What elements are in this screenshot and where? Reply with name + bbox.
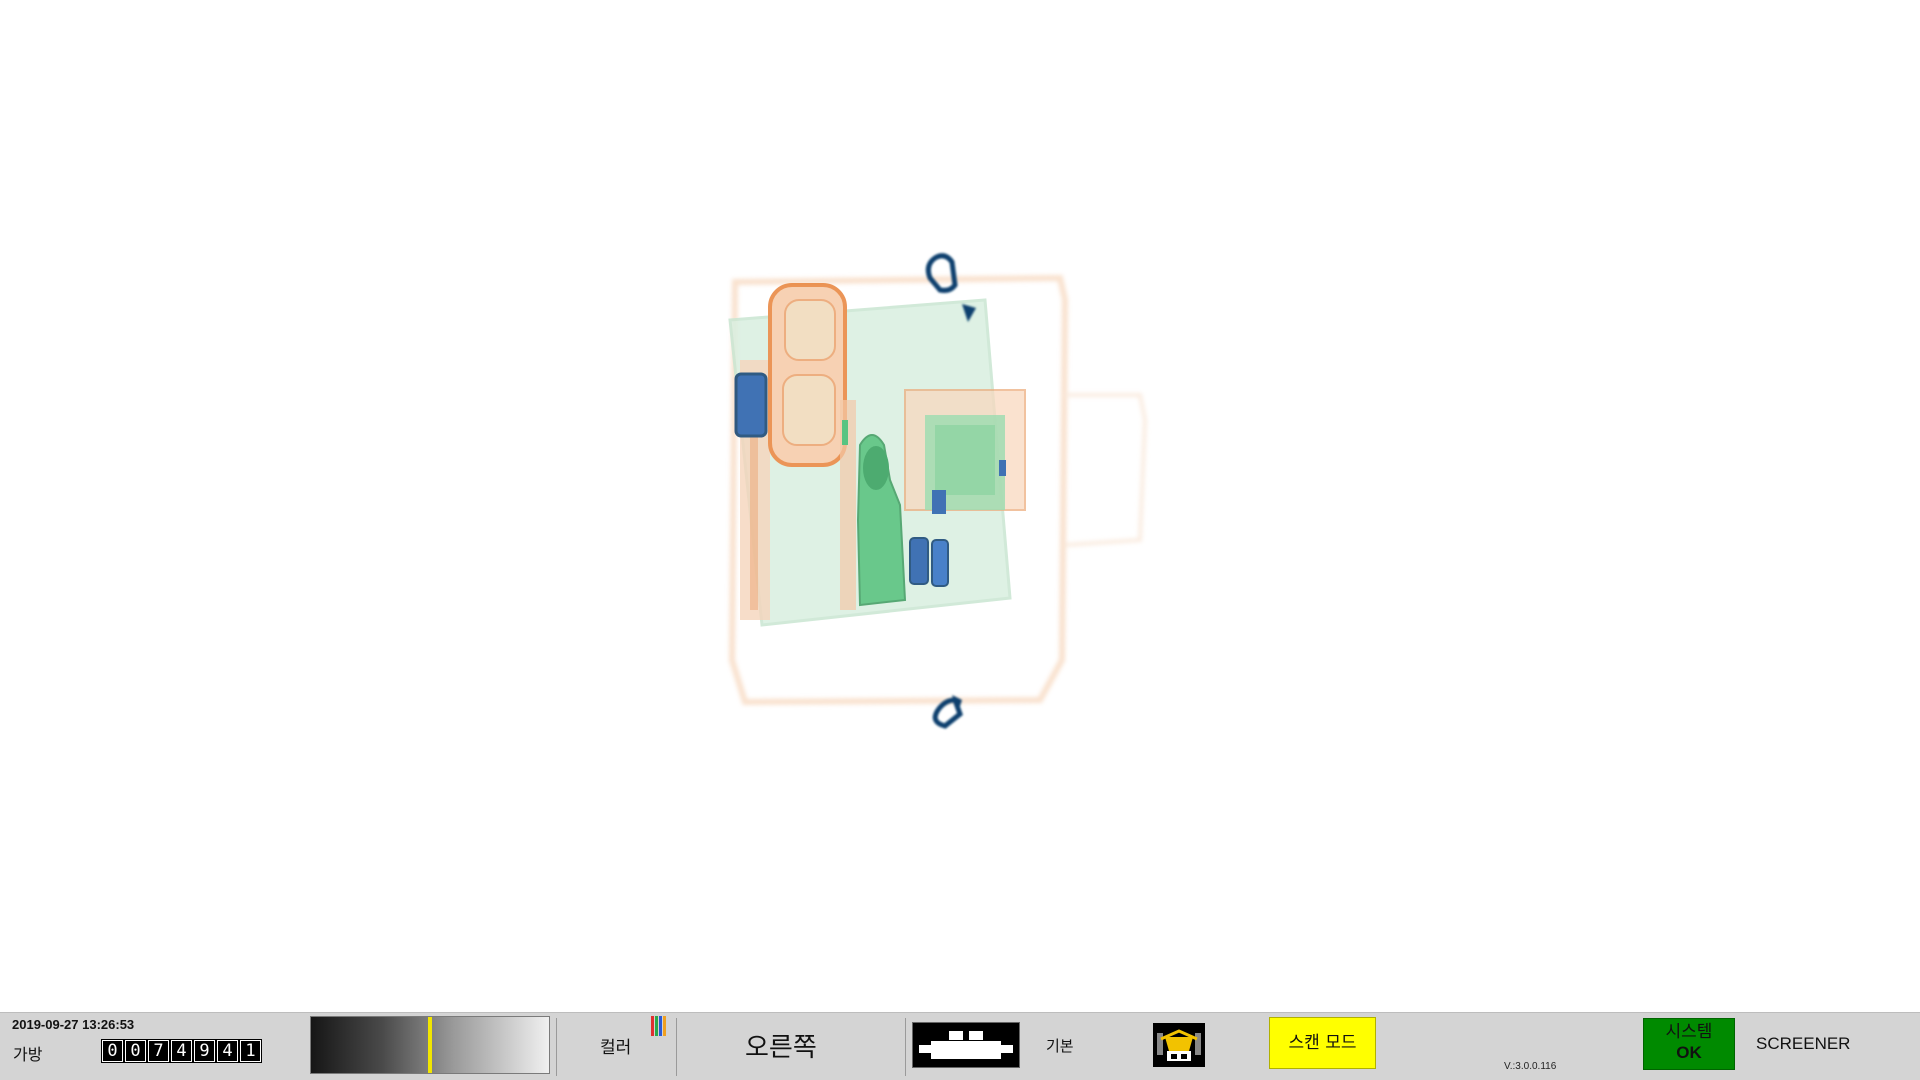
bag-count-label: 가방	[13, 1045, 43, 1064]
conveyor-icon[interactable]	[912, 1022, 1020, 1068]
divider	[556, 1018, 557, 1076]
color-bar-red	[651, 1016, 654, 1036]
bag-alarm-icon-graphic	[1157, 1029, 1201, 1061]
bag-counter-digit: 9	[193, 1039, 216, 1063]
system-status-indicator[interactable]: 시스템 OK	[1643, 1018, 1735, 1070]
datetime-display: 2019-09-27 13:26:53	[12, 1017, 135, 1032]
divider	[905, 1018, 906, 1076]
grayscale-slider-thumb[interactable]	[428, 1017, 432, 1073]
color-mode-label[interactable]: 컬러	[600, 1033, 631, 1058]
system-status-title: 시스템	[1665, 1022, 1713, 1042]
color-bar-orange	[663, 1016, 666, 1036]
system-status-value: OK	[1676, 1043, 1702, 1062]
bag-counter-digit: 1	[239, 1039, 262, 1063]
version-label: V.:3.0.0.116	[1504, 1061, 1557, 1072]
bag-counter-digit: 4	[216, 1039, 239, 1063]
scan-mode-button[interactable]: 스캔 모드	[1269, 1017, 1376, 1069]
bag-counter-digit: 0	[124, 1039, 147, 1063]
status-bar: 2019-09-27 13:26:53 가방 0 0 7 4 9 4 1 컬러 …	[0, 1012, 1920, 1080]
bag-counter-digit: 7	[147, 1039, 170, 1063]
xray-bag-image	[728, 253, 1148, 729]
bag-contents	[728, 283, 1026, 627]
color-palette-icon[interactable]	[651, 1016, 666, 1036]
image-mode-label[interactable]: 기본	[1046, 1035, 1074, 1056]
bag-counter-digit: 4	[170, 1039, 193, 1063]
color-bar-blue	[659, 1016, 662, 1036]
xray-scan-viewport[interactable]	[0, 0, 1920, 1012]
direction-display[interactable]: 오른쪽	[745, 1027, 817, 1064]
grayscale-slider[interactable]	[310, 1016, 550, 1074]
bag-counter: 0 0 7 4 9 4 1	[101, 1039, 262, 1063]
color-bar-green	[655, 1016, 658, 1036]
divider	[676, 1018, 677, 1076]
bag-alarm-icon[interactable]	[1153, 1023, 1205, 1067]
conveyor-icon-graphic	[919, 1031, 1013, 1059]
bag-counter-digit: 0	[101, 1039, 124, 1063]
user-role-label: SCREENER	[1756, 1034, 1851, 1053]
